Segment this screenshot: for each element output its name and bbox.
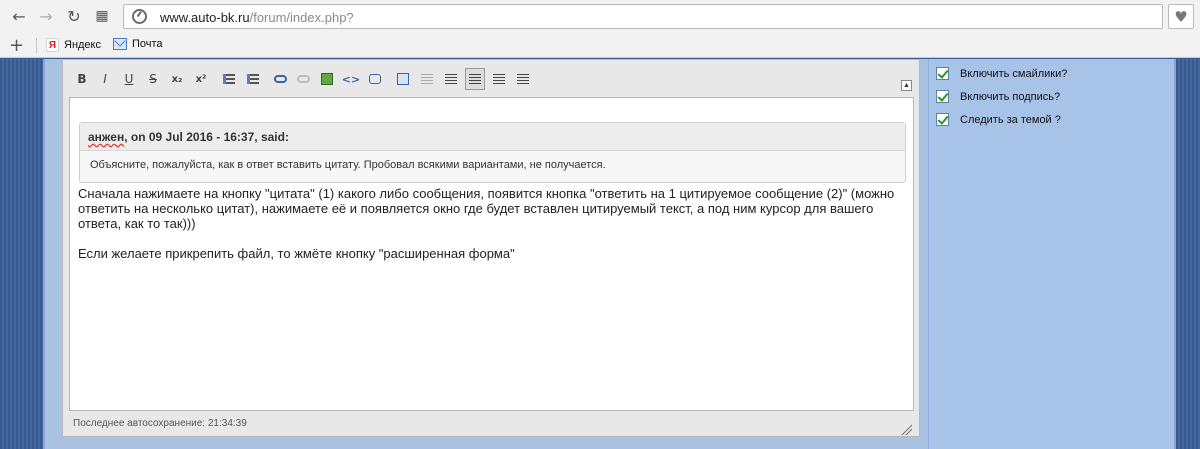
yandex-icon: Я <box>46 38 59 52</box>
url-path: /forum/index.php? <box>249 10 354 25</box>
browser-chrome: ← → ↻ ▦ www.auto-bk.ru/forum/index.php? … <box>0 0 1200 58</box>
code-button[interactable]: <> <box>341 68 361 90</box>
checkbox-checked-icon[interactable] <box>936 90 949 103</box>
bookmark-heart-icon[interactable]: ♥ <box>1168 4 1194 29</box>
outdent-icon <box>421 74 433 84</box>
bold-button[interactable]: B <box>72 68 92 90</box>
align-center-button[interactable] <box>489 68 509 90</box>
image-button[interactable] <box>317 68 337 90</box>
autosave-status: Последнее автосохранение: 21:34:39 <box>73 418 247 429</box>
back-icon[interactable]: ← <box>9 6 29 26</box>
speech-bubble-icon <box>369 74 381 84</box>
bookmark-label: Яндекс <box>64 39 101 51</box>
bookmark-mail[interactable]: Почта <box>113 38 163 50</box>
message-textarea[interactable]: анжен, on 09 Jul 2016 - 16:37, said: Объ… <box>69 97 914 411</box>
numbered-list-icon <box>247 74 259 84</box>
bookmarks-separator <box>36 38 37 53</box>
option-follow-topic[interactable]: Следить за темой ? <box>936 113 1061 126</box>
unlink-button[interactable] <box>293 68 313 90</box>
option-enable-smilies[interactable]: Включить смайлики? <box>936 67 1067 80</box>
align-right-icon <box>517 74 529 84</box>
bookmarks-bar: + Я Яндекс Почта <box>0 34 1200 58</box>
align-right-button[interactable] <box>513 68 533 90</box>
special-button[interactable] <box>393 68 413 90</box>
collapse-toolbar-icon[interactable]: ▲ <box>901 80 912 91</box>
bookmark-label: Почта <box>132 38 163 50</box>
quote-meta: , on 09 Jul 2016 - 16:37, said: <box>124 130 289 144</box>
add-bookmark-icon[interactable]: + <box>9 35 24 56</box>
underline-button[interactable]: U <box>119 68 139 90</box>
site-info-icon[interactable] <box>132 9 147 24</box>
bookmark-yandex[interactable]: Я Яндекс <box>46 38 101 52</box>
checkbox-checked-icon[interactable] <box>936 67 949 80</box>
outdent-button[interactable] <box>417 68 437 90</box>
strikethrough-button[interactable]: S <box>143 68 163 90</box>
option-label: Следить за темой ? <box>960 113 1061 126</box>
indent-icon <box>445 74 457 84</box>
resize-handle-icon[interactable] <box>900 423 912 435</box>
superscript-button[interactable]: x² <box>191 68 211 90</box>
checkbox-checked-icon[interactable] <box>936 113 949 126</box>
apps-grid-icon[interactable]: ▦ <box>92 6 112 26</box>
reply-paragraph: Сначала нажимаете на кнопку "цитата" (1)… <box>78 186 895 231</box>
reply-editor: B I U S x₂ x² <> ▲ анжен, on 09 Jul 2016… <box>62 59 920 437</box>
url-host: www.auto-bk.ru <box>160 10 250 25</box>
align-left-icon <box>469 74 481 84</box>
indent-button[interactable] <box>441 68 461 90</box>
option-label: Включить подпись? <box>960 90 1061 103</box>
bullet-list-icon <box>223 74 235 84</box>
table-icon <box>397 73 409 85</box>
unlink-icon <box>296 75 310 83</box>
link-icon <box>273 75 287 83</box>
quote-button[interactable] <box>365 68 385 90</box>
subscript-button[interactable]: x₂ <box>167 68 187 90</box>
quote-text: Объясните, пожалуйста, как в ответ встав… <box>90 159 606 171</box>
bullet-list-button[interactable] <box>219 68 239 90</box>
address-bar[interactable]: www.auto-bk.ru/forum/index.php? <box>123 4 1163 29</box>
forward-icon[interactable]: → <box>36 6 56 26</box>
reload-icon[interactable]: ↻ <box>64 6 84 26</box>
numbered-list-button[interactable] <box>243 68 263 90</box>
italic-button[interactable]: I <box>95 68 115 90</box>
quote-header: анжен, on 09 Jul 2016 - 16:37, said: <box>80 123 905 151</box>
option-enable-signature[interactable]: Включить подпись? <box>936 90 1060 103</box>
quote-author: анжен <box>88 130 125 144</box>
code-icon: <> <box>341 72 361 86</box>
quote-block: анжен, on 09 Jul 2016 - 16:37, said: Объ… <box>79 122 906 183</box>
url-text: www.auto-bk.ru/forum/index.php? <box>160 10 354 25</box>
align-left-button[interactable] <box>465 68 485 90</box>
editor-toolbar: B I U S x₂ x² <> <box>63 67 919 93</box>
align-center-icon <box>493 74 505 84</box>
link-button[interactable] <box>270 68 290 90</box>
image-icon <box>321 73 333 85</box>
mail-icon <box>113 38 127 50</box>
reply-text: Сначала нажимаете на кнопку "цитата" (1)… <box>78 186 908 276</box>
reply-paragraph: Если желаете прикрепить файл, то жмёте к… <box>78 246 515 261</box>
option-label: Включить смайлики? <box>960 67 1068 80</box>
